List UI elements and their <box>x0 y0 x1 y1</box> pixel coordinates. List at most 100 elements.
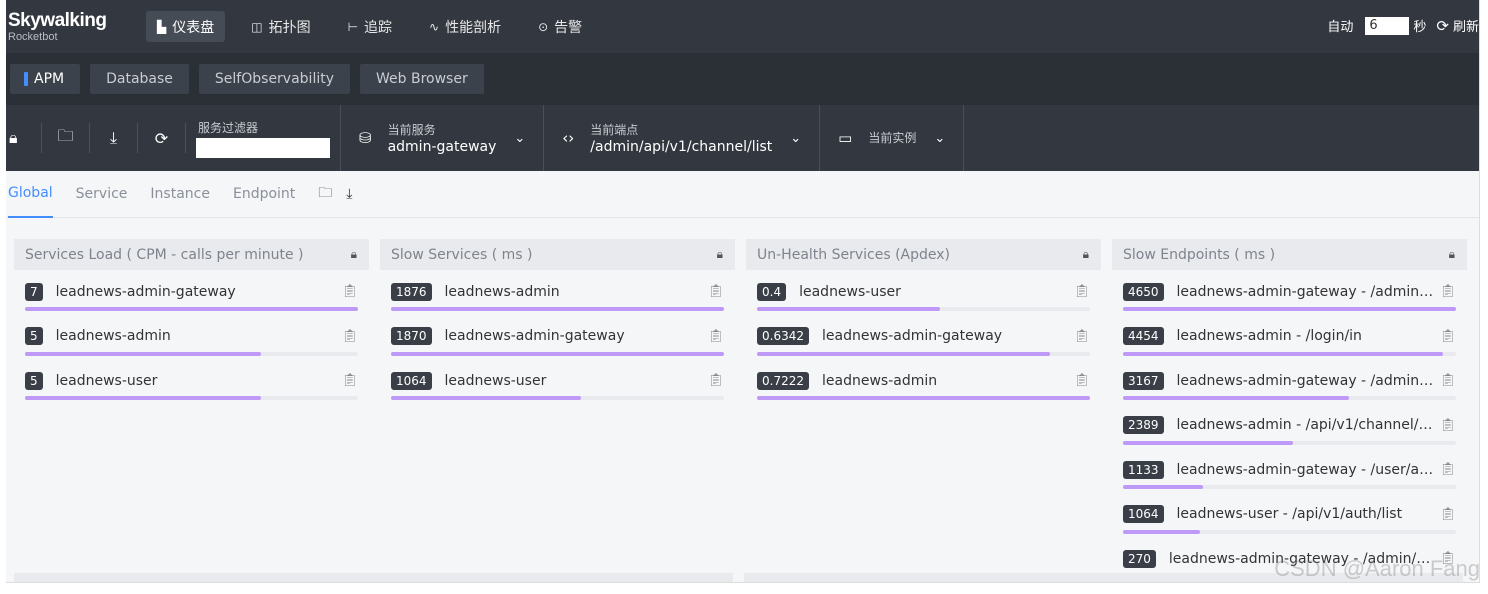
tab-database[interactable]: Database <box>90 64 189 94</box>
app-window: Skywalking Rocketbot ▙ 仪表盘 ◫ 拓扑图 ⊢ 追踪 ∿ … <box>6 0 1480 583</box>
service-icon: ⛁ <box>359 129 372 147</box>
nav-topology[interactable]: ◫ 拓扑图 <box>240 11 321 42</box>
reload-icon[interactable]: ⟳ <box>138 123 186 153</box>
instance-select-label: 当前实例 <box>868 131 917 145</box>
lock-icon[interactable]: 🔒︎ <box>717 247 723 262</box>
endpoint-select[interactable]: ‹› 当前端点 /admin/api/v1/channel/list ⌄ <box>544 105 821 171</box>
nav-trace[interactable]: ⊢ 追踪 <box>337 11 403 42</box>
interval-input[interactable] <box>1365 16 1410 35</box>
clipboard-icon[interactable]: 📋︎ <box>1439 329 1456 344</box>
list-item[interactable]: 4650 leadnews-admin-gateway - /admin/logi… <box>1123 276 1456 321</box>
metrics-panels: Services Load ( CPM - calls per minute )… <box>14 239 1467 582</box>
profile-icon: ∿ <box>429 19 440 34</box>
progress-bar <box>1123 485 1456 489</box>
service-select[interactable]: ⛁ 当前服务 admin-gateway ⌄ <box>341 105 545 171</box>
list-item[interactable]: 3167 leadnews-admin-gateway - /admin/api/… <box>1123 365 1456 410</box>
progress-bar <box>391 351 724 356</box>
clipboard-icon[interactable]: 📋︎ <box>1439 373 1456 388</box>
clipboard-icon[interactable]: 📋︎ <box>707 373 724 388</box>
value-badge: 0.6342 <box>757 327 809 345</box>
item-name: leadnews-admin <box>55 328 171 344</box>
clipboard-icon[interactable]: 📋︎ <box>707 329 724 344</box>
list-item[interactable]: 1870 leadnews-admin-gateway 📋︎ <box>391 321 724 366</box>
value-badge: 2389 <box>1123 416 1164 434</box>
list-item[interactable]: 7 leadnews-admin-gateway 📋︎ <box>25 276 358 321</box>
download-icon[interactable]: ⤓ <box>90 123 138 153</box>
list-item[interactable]: 5 leadnews-user 📋︎ <box>25 365 358 410</box>
metric-panel: Services Load ( CPM - calls per minute )… <box>14 239 369 582</box>
value-badge: 1064 <box>1123 505 1164 523</box>
list-item[interactable]: 0.7222 leadnews-admin 📋︎ <box>757 365 1090 410</box>
list-item[interactable]: 1133 leadnews-admin-gateway - /user/api/v… <box>1123 454 1456 499</box>
list-item[interactable]: 1876 leadnews-admin 📋︎ <box>391 276 724 321</box>
lock-icon[interactable]: 🔒︎ <box>1449 247 1455 262</box>
value-badge: 4650 <box>1123 282 1164 301</box>
folder-icon[interactable]: 🗀 <box>42 123 90 153</box>
clipboard-icon[interactable]: 📋︎ <box>707 284 724 299</box>
folder-icon[interactable]: 🗀 <box>318 182 332 206</box>
panel-header: Slow Services ( ms ) 🔒︎ <box>380 239 735 270</box>
panel-header: Un-Health Services (Apdex) 🔒︎ <box>746 239 1101 270</box>
download-icon[interactable]: ⤓ <box>346 186 352 202</box>
clipboard-icon[interactable]: 📋︎ <box>1073 373 1090 388</box>
clipboard-icon[interactable]: 📋︎ <box>341 373 358 388</box>
progress-fill <box>1123 307 1456 311</box>
progress-bar <box>1123 396 1456 400</box>
list-item[interactable]: 1064 leadnews-user - /api/v1/auth/list 📋︎ <box>1123 499 1456 544</box>
item-name: leadnews-admin-gateway - /admin/logi... <box>1176 283 1434 300</box>
panel-title: Un-Health Services (Apdex) <box>757 246 951 263</box>
lock-icon[interactable]: 🔒︎ <box>1083 247 1089 262</box>
dashboard-tabs: Global Service Instance Endpoint 🗀 ⤓ <box>6 171 1479 218</box>
tab-web-browser[interactable]: Web Browser <box>360 64 484 94</box>
panel-title: Services Load ( CPM - calls per minute ) <box>25 246 304 263</box>
item-name: leadnews-admin - /login/in <box>1176 328 1362 344</box>
tab-endpoint[interactable]: Endpoint <box>233 171 295 218</box>
tab-global[interactable]: Global <box>8 171 53 218</box>
list-item[interactable]: 4454 leadnews-admin - /login/in 📋︎ <box>1123 321 1456 366</box>
nav-dashboard[interactable]: ▙ 仪表盘 <box>146 11 226 42</box>
clipboard-icon[interactable]: 📋︎ <box>1073 284 1090 299</box>
active-indicator <box>24 72 28 86</box>
logo-title: Skywalking <box>8 9 107 31</box>
tab-selfobservability[interactable]: SelfObservability <box>198 64 351 94</box>
metric-panel: Slow Endpoints ( ms ) 🔒︎ 4650 leadnews-admi… <box>1112 239 1467 582</box>
value-badge: 0.7222 <box>757 371 809 390</box>
list-item[interactable]: 0.4 leadnews-user 📋︎ <box>757 276 1090 321</box>
tab-label: SelfObservability <box>214 71 335 87</box>
list-item[interactable]: 1064 leadnews-user 📋︎ <box>391 365 724 410</box>
logo[interactable]: Skywalking Rocketbot <box>6 11 136 43</box>
list-item[interactable]: 2389 leadnews-admin - /api/v1/channel/lis… <box>1123 410 1456 455</box>
progress-fill <box>391 396 581 400</box>
clipboard-icon[interactable]: 📋︎ <box>1439 418 1456 433</box>
tab-service[interactable]: Service <box>76 171 128 218</box>
panel-body: 0.4 leadnews-user 📋︎ 0.6342 leadnews-admin-g… <box>746 270 1101 410</box>
tab-label: APM <box>34 71 65 87</box>
nav-profile[interactable]: ∿ 性能剖析 <box>418 11 512 42</box>
tab-instance[interactable]: Instance <box>150 171 210 218</box>
lock-icon[interactable]: 🔒︎ <box>6 123 42 153</box>
progress-bar <box>25 307 358 311</box>
lock-icon[interactable]: 🔒︎ <box>351 247 357 262</box>
refresh-button[interactable]: 刷新 <box>1453 16 1479 35</box>
clipboard-icon[interactable]: 📋︎ <box>1439 462 1456 477</box>
progress-bar <box>25 396 358 400</box>
clipboard-icon[interactable]: 📋︎ <box>1439 284 1456 299</box>
service-filter-input[interactable] <box>196 137 330 158</box>
endpoint-select-value: /admin/api/v1/channel/list <box>590 139 773 155</box>
clipboard-icon[interactable]: 📋︎ <box>1073 329 1090 344</box>
main-nav: ▙ 仪表盘 ◫ 拓扑图 ⊢ 追踪 ∿ 性能剖析 ⊙ 告警 <box>146 11 608 42</box>
clipboard-icon[interactable]: 📋︎ <box>341 284 358 299</box>
trace-icon: ⊢ <box>347 19 359 34</box>
clipboard-icon[interactable]: 📋︎ <box>341 329 358 344</box>
list-item[interactable]: 0.6342 leadnews-admin-gateway 📋︎ <box>757 321 1090 366</box>
tab-apm[interactable]: APM <box>10 64 81 94</box>
clipboard-icon[interactable]: 📋︎ <box>1439 507 1456 522</box>
progress-fill <box>1123 529 1200 534</box>
progress-bar <box>1123 440 1456 445</box>
nav-alarm[interactable]: ⊙ 告警 <box>527 11 593 42</box>
refresh-icon[interactable]: ⟳ <box>1436 17 1449 35</box>
tab-label: Database <box>106 71 173 87</box>
auto-toggle[interactable]: 自动 <box>1327 16 1353 35</box>
list-item[interactable]: 5 leadnews-admin 📋︎ <box>25 321 358 366</box>
instance-select[interactable]: ▭ 当前实例 ⌄ <box>820 105 965 171</box>
